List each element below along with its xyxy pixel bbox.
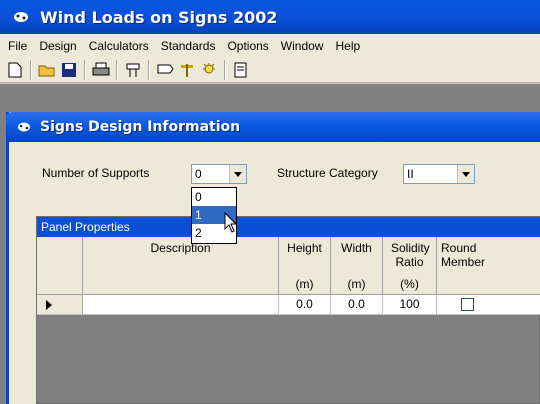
column-header-solidity[interactable]: Solidity Ratio (%)	[383, 237, 437, 295]
row-pointer-icon	[46, 300, 52, 310]
cell-solidity[interactable]: 100	[383, 295, 437, 315]
column-title: Description	[150, 241, 211, 255]
column-unit: (%)	[400, 277, 419, 291]
menu-design[interactable]: Design	[33, 39, 82, 53]
column-header-height[interactable]: Height (m)	[279, 237, 331, 295]
category-label: Structure Category	[277, 166, 378, 180]
category-combo[interactable]: II	[403, 164, 475, 184]
menu-help[interactable]: Help	[329, 39, 366, 53]
column-unit: (m)	[347, 277, 366, 291]
app-title: Wind Loads on Signs 2002	[40, 7, 278, 27]
toolbar-separator	[30, 59, 32, 80]
child-window-title: Signs Design Information	[40, 119, 241, 135]
round-member-checkbox[interactable]	[461, 298, 474, 311]
print-icon[interactable]	[90, 59, 112, 81]
menu-bar: File Design Calculators Standards Option…	[0, 34, 540, 57]
column-header-round-member[interactable]: Round Member	[437, 237, 540, 295]
grid-caption: Panel Properties	[37, 217, 540, 237]
save-icon[interactable]	[58, 59, 80, 81]
toolbar	[0, 57, 540, 83]
app-title-bar[interactable]: Wind Loads on Signs 2002	[0, 0, 540, 34]
supports-combo[interactable]: 0	[191, 164, 247, 184]
panel-properties-grid: Panel Properties Description Height (m) …	[36, 216, 540, 404]
column-header-width[interactable]: Width (m)	[331, 237, 383, 295]
column-title: Round Member	[441, 241, 486, 269]
supports-label: Number of Supports	[42, 166, 150, 180]
cell-round-member	[437, 295, 540, 315]
menu-file[interactable]: File	[2, 39, 33, 53]
chevron-down-icon[interactable]	[229, 165, 246, 183]
cell-width[interactable]: 0.0	[331, 295, 383, 315]
sign-icon[interactable]	[154, 59, 176, 81]
column-title: Height	[287, 241, 322, 255]
app-cow-icon	[14, 12, 28, 22]
supports-value: 0	[195, 167, 202, 181]
category-value: II	[407, 167, 414, 181]
row-selector[interactable]	[37, 295, 83, 315]
structure-icon[interactable]	[176, 59, 198, 81]
cell-height[interactable]: 0.0	[279, 295, 331, 315]
menu-standards[interactable]: Standards	[155, 39, 222, 53]
column-header-description[interactable]: Description	[83, 237, 279, 295]
open-folder-icon[interactable]	[36, 59, 58, 81]
menu-options[interactable]: Options	[221, 39, 274, 53]
column-unit: (m)	[295, 277, 314, 291]
light-icon[interactable]	[198, 59, 220, 81]
cell-description[interactable]	[83, 295, 279, 315]
option-0[interactable]: 0	[192, 188, 236, 206]
new-file-icon[interactable]	[4, 59, 26, 81]
toolbar-separator	[116, 59, 118, 80]
toolbar-separator	[224, 59, 226, 80]
report-icon[interactable]	[230, 59, 252, 81]
menu-window[interactable]: Window	[275, 39, 330, 53]
row-header-corner	[37, 237, 83, 295]
toolbar-separator	[84, 59, 86, 80]
mouse-cursor-icon	[224, 212, 238, 233]
column-title: Solidity Ratio	[391, 241, 430, 269]
child-title-bar[interactable]: Signs Design Information	[6, 112, 540, 142]
toolbar-separator	[148, 59, 150, 80]
column-title: Width	[341, 241, 372, 255]
chevron-down-icon[interactable]	[457, 165, 474, 183]
window-cow-icon	[18, 122, 30, 132]
sign-support-icon[interactable]	[122, 59, 144, 81]
menu-calculators[interactable]: Calculators	[83, 39, 155, 53]
